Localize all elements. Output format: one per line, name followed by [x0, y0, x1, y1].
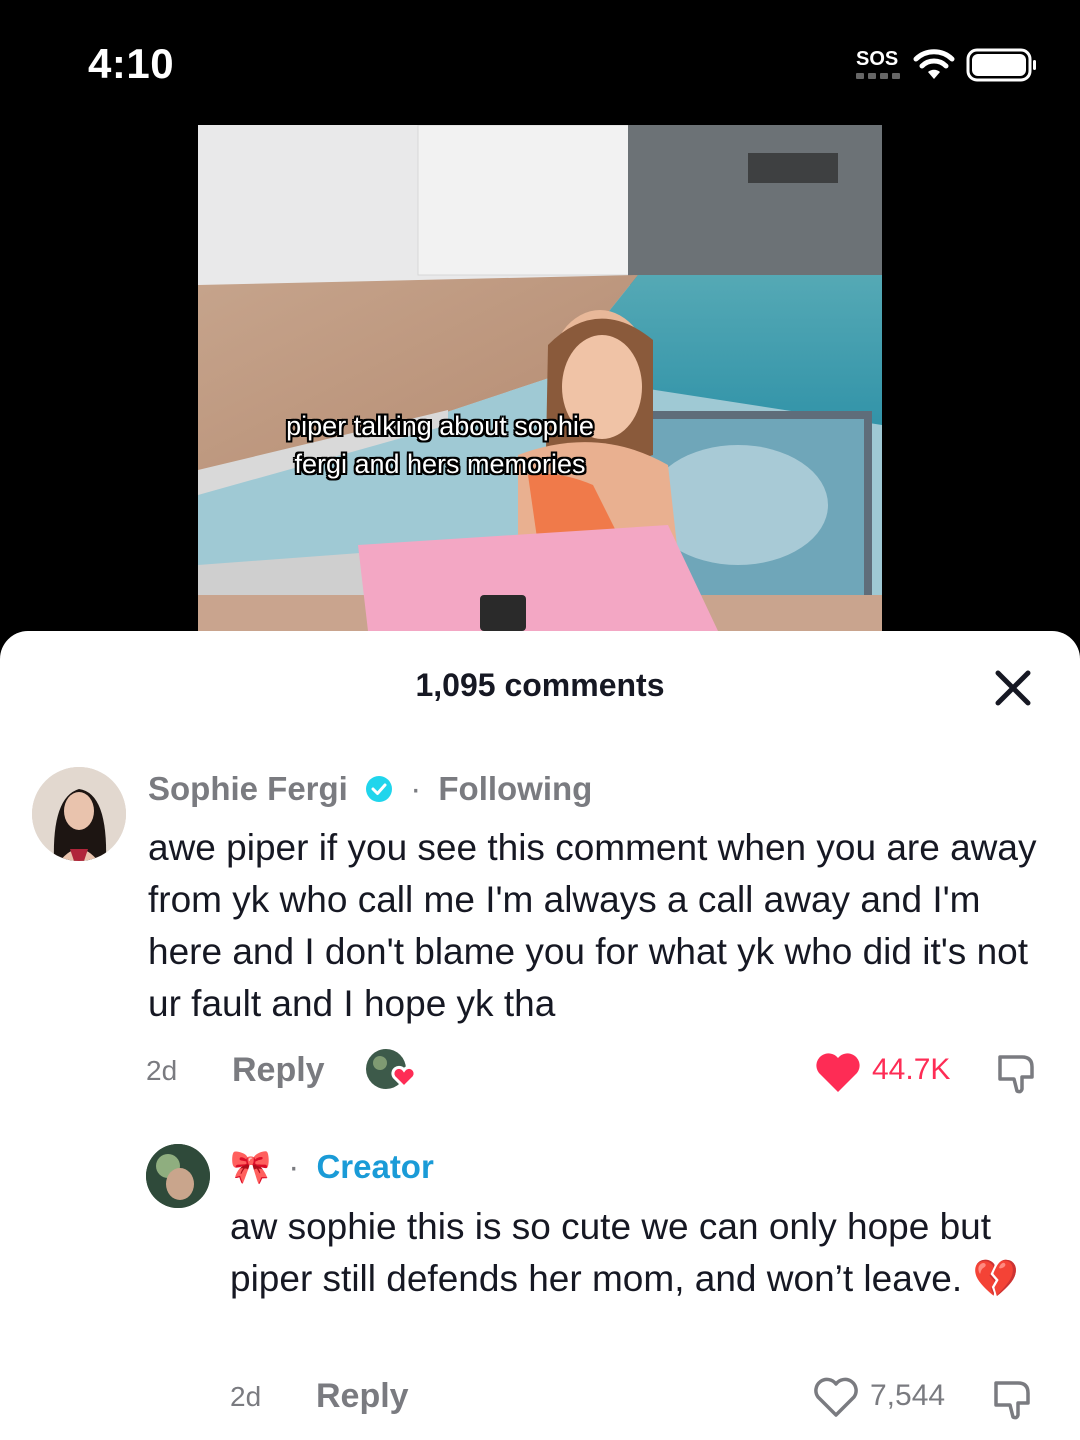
heart-icon[interactable] — [814, 1050, 862, 1094]
comments-count: 1,095 comments — [415, 667, 665, 703]
following-label: Following — [438, 770, 593, 807]
wifi-icon — [913, 49, 955, 79]
video-caption: piper talking about sophie fergi and her… — [286, 411, 594, 479]
like-count: 7,544 — [870, 1379, 946, 1412]
like-count: 44.7K — [872, 1053, 951, 1086]
comment-author-row: 🎀 · Creator — [230, 1148, 434, 1187]
creator-badge: Creator — [316, 1148, 434, 1185]
sos-indicator: SOS — [856, 48, 899, 70]
comment-username[interactable]: Sophie Fergi — [148, 770, 348, 807]
comment-author-row: Sophie Fergi · Following — [148, 770, 592, 808]
dislike-icon[interactable] — [992, 1049, 1040, 1097]
avatar[interactable] — [146, 1144, 210, 1208]
comment-text: aw sophie this is so cute we can only ho… — [230, 1206, 1019, 1299]
dislike-icon[interactable] — [988, 1375, 1036, 1423]
creator-heart-avatar-icon — [366, 1049, 417, 1090]
status-bar: 4:10 SOS — [0, 0, 1080, 125]
reply-button[interactable]: Reply — [232, 1051, 325, 1090]
verified-icon — [366, 776, 393, 802]
comment-age: 2d — [230, 1381, 262, 1412]
close-icon[interactable] — [990, 665, 1036, 711]
comments-sheet: 1,095 comments Sophie Fergi · Following … — [0, 631, 1080, 1440]
avatar[interactable] — [32, 767, 126, 861]
status-time: 4:10 — [88, 40, 175, 87]
comment-text: awe piper if you see this comment when y… — [148, 827, 1037, 1024]
separator-dot: · — [410, 770, 422, 807]
heart-icon[interactable] — [812, 1375, 860, 1419]
video-frame — [198, 125, 882, 631]
reply-button[interactable]: Reply — [316, 1377, 409, 1416]
comment-age: 2d — [146, 1055, 178, 1086]
separator-dot: · — [288, 1148, 300, 1185]
signal-dots — [856, 73, 900, 79]
video-player[interactable]: piper talking about sophie fergi and her… — [198, 125, 882, 631]
ribbon-emoji[interactable]: 🎀 — [230, 1148, 271, 1185]
battery-icon — [966, 48, 1036, 82]
